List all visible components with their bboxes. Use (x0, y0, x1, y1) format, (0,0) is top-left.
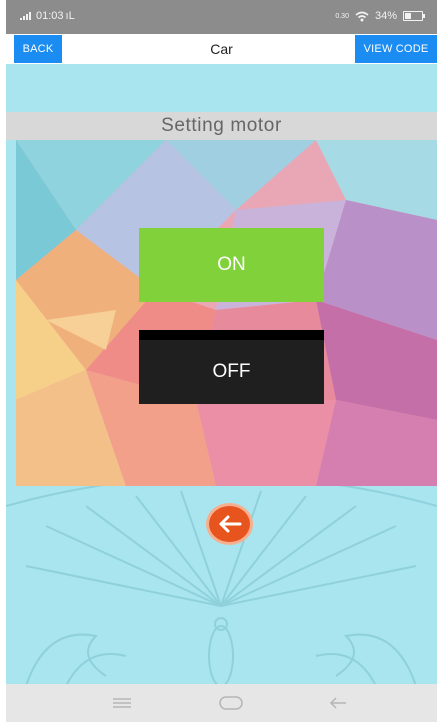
net-speed: 0.30 (335, 12, 349, 20)
on-button[interactable]: ON (139, 228, 324, 302)
signal-icon (20, 12, 31, 20)
status-time: 01:03 (36, 10, 64, 22)
battery-percent: 34% (374, 10, 397, 22)
back-icon[interactable] (318, 692, 358, 714)
view-code-button[interactable]: VIEW CODE (355, 35, 437, 63)
off-button[interactable]: OFF (139, 330, 324, 404)
battery-icon (403, 11, 425, 21)
phone-screen: 01:03 ıL 0.30 34% BACK Car VIEW CODE Set… (6, 0, 437, 722)
status-bar: 01:03 ıL 0.30 34% (6, 0, 437, 34)
arrow-left-button[interactable] (206, 503, 253, 545)
polygon-background-image (16, 140, 437, 486)
page-title: Setting motor (6, 112, 437, 140)
menu-icon[interactable] (102, 692, 142, 714)
status-left: 01:03 ıL (20, 10, 75, 22)
home-icon[interactable] (211, 692, 251, 714)
arrow-left-icon (219, 515, 241, 533)
wifi-icon (355, 11, 369, 21)
title-bar: BACK Car VIEW CODE (6, 34, 437, 64)
carrier-mark: ıL (65, 10, 75, 22)
system-nav-bar (6, 684, 437, 722)
status-right: 0.30 34% (335, 10, 425, 22)
